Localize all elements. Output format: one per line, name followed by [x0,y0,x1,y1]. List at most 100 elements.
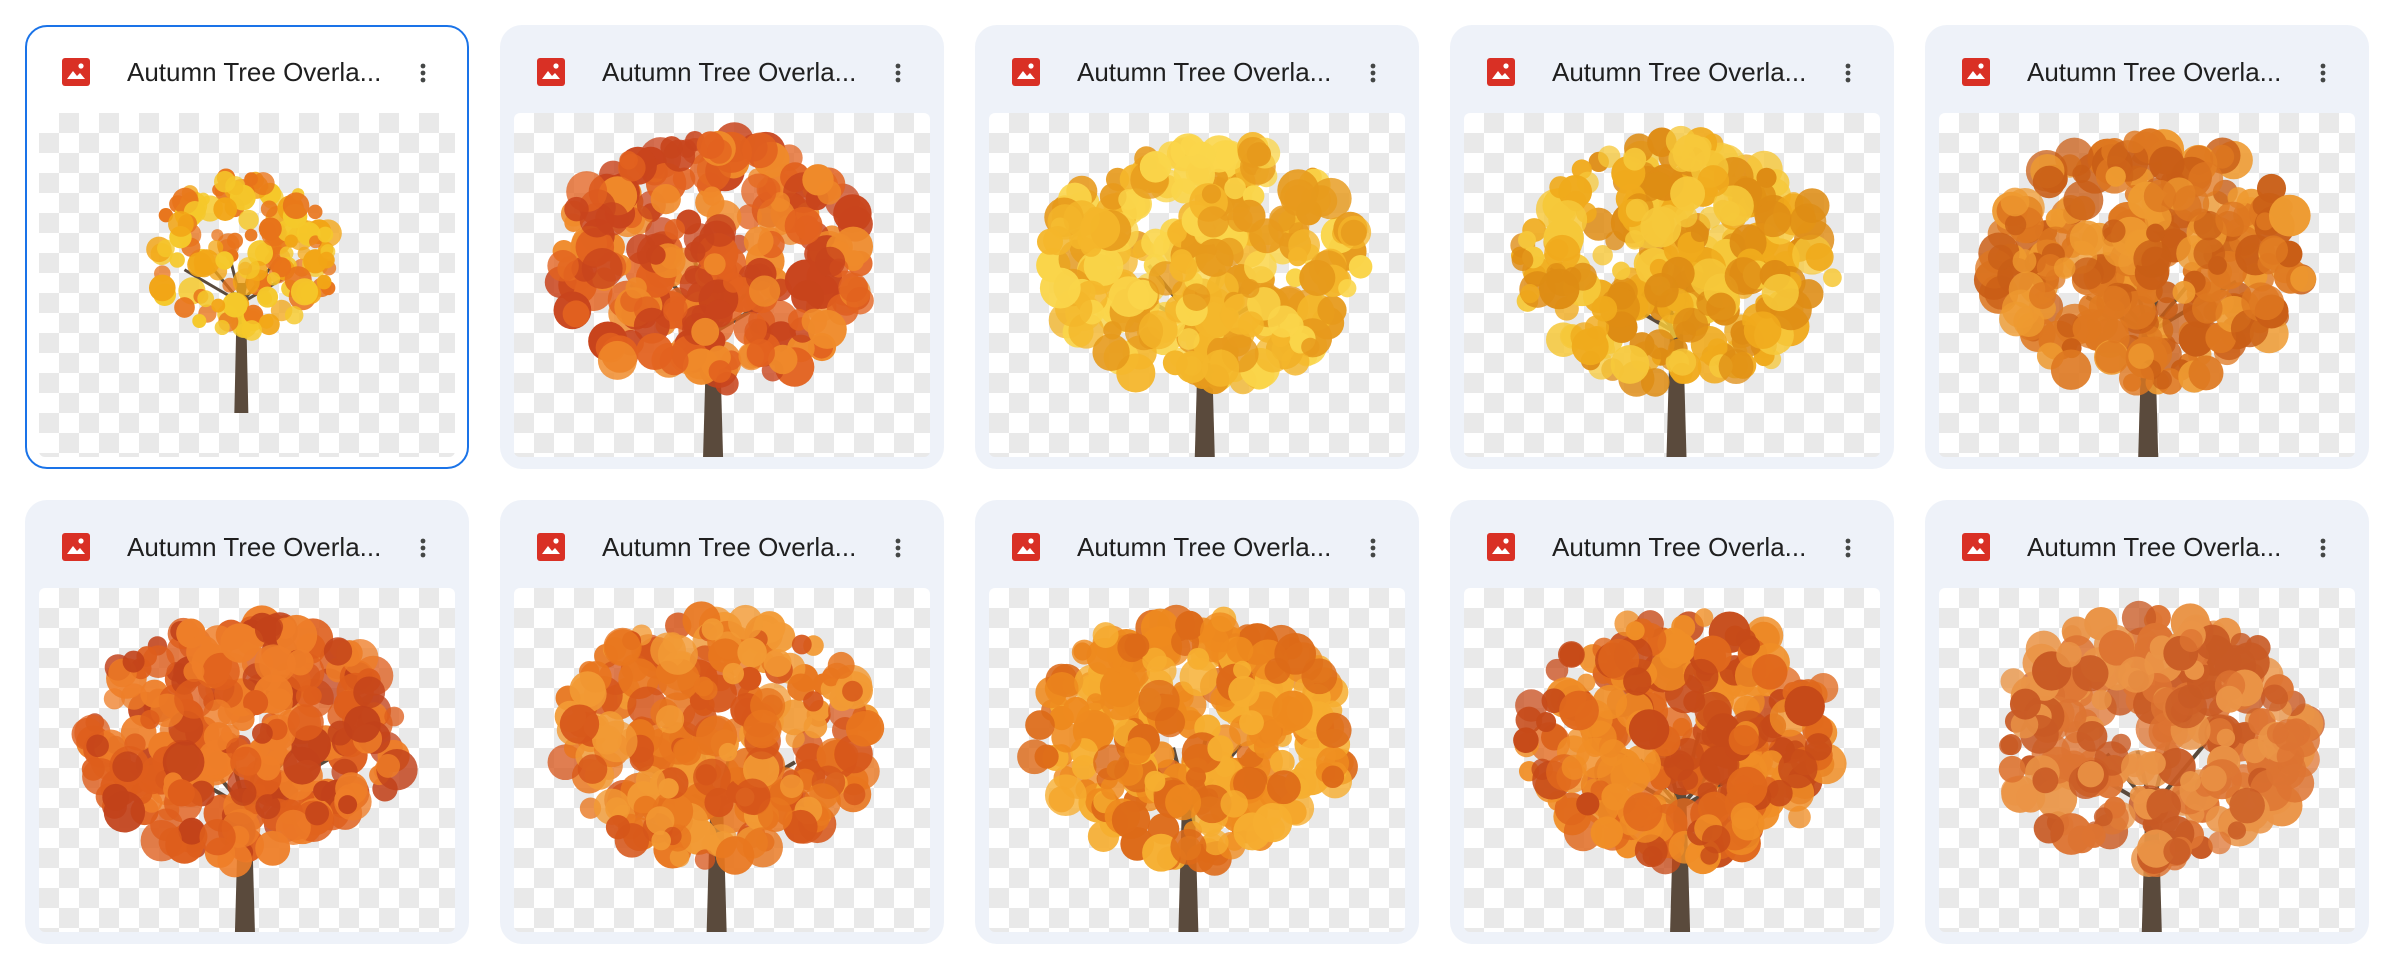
foliage-leaf-cluster [226,232,244,249]
file-card-header: Autumn Tree Overla... [502,27,942,113]
foliage-leaf-cluster [2155,297,2178,320]
foliage-leaf-cluster [1249,218,1284,254]
foliage-leaf-cluster [2093,807,2113,827]
foliage-leaf-cluster [290,278,319,306]
file-card-header: Autumn Tree Overla... [1452,502,1892,588]
foliage-leaf-cluster [1644,329,1675,360]
foliage-leaf-cluster [846,286,874,315]
foliage-leaf-cluster [1321,765,1345,789]
more-options-button[interactable] [876,51,920,95]
foliage-leaf-cluster [702,186,722,206]
more-options-button[interactable] [1351,526,1395,570]
foliage-leaf-cluster [701,618,724,641]
foliage-leaf-cluster [1559,690,1599,731]
foliage-leaf-cluster [1548,200,1588,240]
more-options-button[interactable] [1826,51,1870,95]
foliage-leaf-cluster [1999,301,2034,337]
foliage-leaf-cluster [722,662,745,685]
foliage-leaf-cluster [220,623,260,663]
foliage-leaf-cluster [1549,176,1572,199]
file-card[interactable]: Autumn Tree Overla... [1450,25,1894,469]
file-card[interactable]: Autumn Tree Overla... [1925,500,2369,944]
foliage-leaf-cluster [815,246,846,277]
foliage-leaf-cluster [284,305,304,325]
foliage-leaf-cluster [2180,770,2201,792]
foliage-leaf-cluster [1561,754,1587,780]
foliage-leaf-cluster [2260,684,2289,712]
more-options-button[interactable] [401,51,445,95]
foliage-leaf-cluster [168,211,194,237]
foliage-leaf-cluster [845,711,882,747]
file-card[interactable]: Autumn Tree Overla... [1925,25,2369,469]
foliage-leaf-cluster [287,704,324,741]
foliage-leaf-cluster [605,815,631,840]
file-card[interactable]: Autumn Tree Overla... [975,25,1419,469]
foliage-leaf-cluster [256,286,279,308]
foliage-leaf-cluster [842,680,863,702]
foliage-leaf-cluster [214,170,236,193]
image-thumbnail[interactable] [39,113,455,457]
more-options-button[interactable] [1351,51,1395,95]
foliage-leaf-cluster [1625,621,1645,641]
foliage-leaf-cluster [316,274,332,290]
foliage-leaf-cluster [577,754,608,784]
foliage-leaf-cluster [140,709,160,730]
foliage-leaf-cluster [260,200,278,218]
foliage-leaf-cluster [2205,805,2232,833]
foliage-leaf-cluster [1571,328,1609,366]
more-options-button[interactable] [1826,526,1870,570]
tree-thumbnail-art [544,122,874,457]
foliage-leaf-cluster [1348,255,1373,279]
foliage-leaf-cluster [1266,770,1301,805]
foliage-leaf-cluster [1701,824,1731,854]
image-thumbnail[interactable] [514,113,930,457]
image-thumbnail[interactable] [1939,588,2355,932]
more-options-button[interactable] [2301,51,2345,95]
foliage-leaf-cluster [208,750,228,770]
image-thumbnail[interactable] [1939,113,2355,457]
more-options-button[interactable] [876,526,920,570]
foliage-leaf-cluster [703,253,726,276]
image-thumbnail[interactable] [514,588,930,932]
more-vert-icon [1370,538,1376,558]
foliage-leaf-cluster [2123,130,2147,154]
image-thumbnail[interactable] [1464,113,1880,457]
file-title: Autumn Tree Overla... [2027,532,2282,562]
foliage-leaf-cluster [1092,333,1130,371]
file-card[interactable]: Autumn Tree Overla... [500,500,944,944]
more-options-button[interactable] [2301,526,2345,570]
foliage-leaf-cluster [1778,749,1818,789]
image-thumbnail[interactable] [989,588,1405,932]
foliage-leaf-cluster [1111,800,1151,839]
foliage-leaf-cluster [737,637,767,668]
foliage-leaf-cluster [1044,774,1087,817]
foliage-leaf-cluster [1520,283,1540,304]
foliage-leaf-cluster [1025,710,1055,740]
file-card[interactable]: Autumn Tree Overla... [25,25,469,469]
foliage-leaf-cluster [1513,727,1539,753]
file-title: Autumn Tree Overla... [602,57,857,87]
foliage-leaf-cluster [86,734,109,758]
foliage-leaf-cluster [1182,283,1211,311]
foliage-leaf-cluster [1244,250,1277,284]
foliage-leaf-cluster [231,707,255,732]
foliage-leaf-cluster [258,217,282,241]
image-thumbnail[interactable] [989,113,1405,457]
file-card[interactable]: Autumn Tree Overla... [975,500,1419,944]
foliage-leaf-cluster [715,836,755,875]
tree-thumbnail-art [1998,600,2325,932]
file-card[interactable]: Autumn Tree Overla... [25,500,469,944]
file-card[interactable]: Autumn Tree Overla... [500,25,944,469]
foliage-leaf-cluster [2208,831,2232,855]
foliage-leaf-cluster [794,215,820,241]
foliage-leaf-cluster [266,272,281,286]
foliage-leaf-cluster [215,251,234,270]
file-card[interactable]: Autumn Tree Overla... [1450,500,1894,944]
foliage-leaf-cluster [376,753,401,778]
image-thumbnail[interactable] [39,588,455,932]
image-thumbnail[interactable] [1464,588,1880,932]
foliage-leaf-cluster [317,226,334,243]
more-options-button[interactable] [401,526,445,570]
more-vert-icon [1370,63,1376,83]
foliage-leaf-cluster [728,604,763,640]
